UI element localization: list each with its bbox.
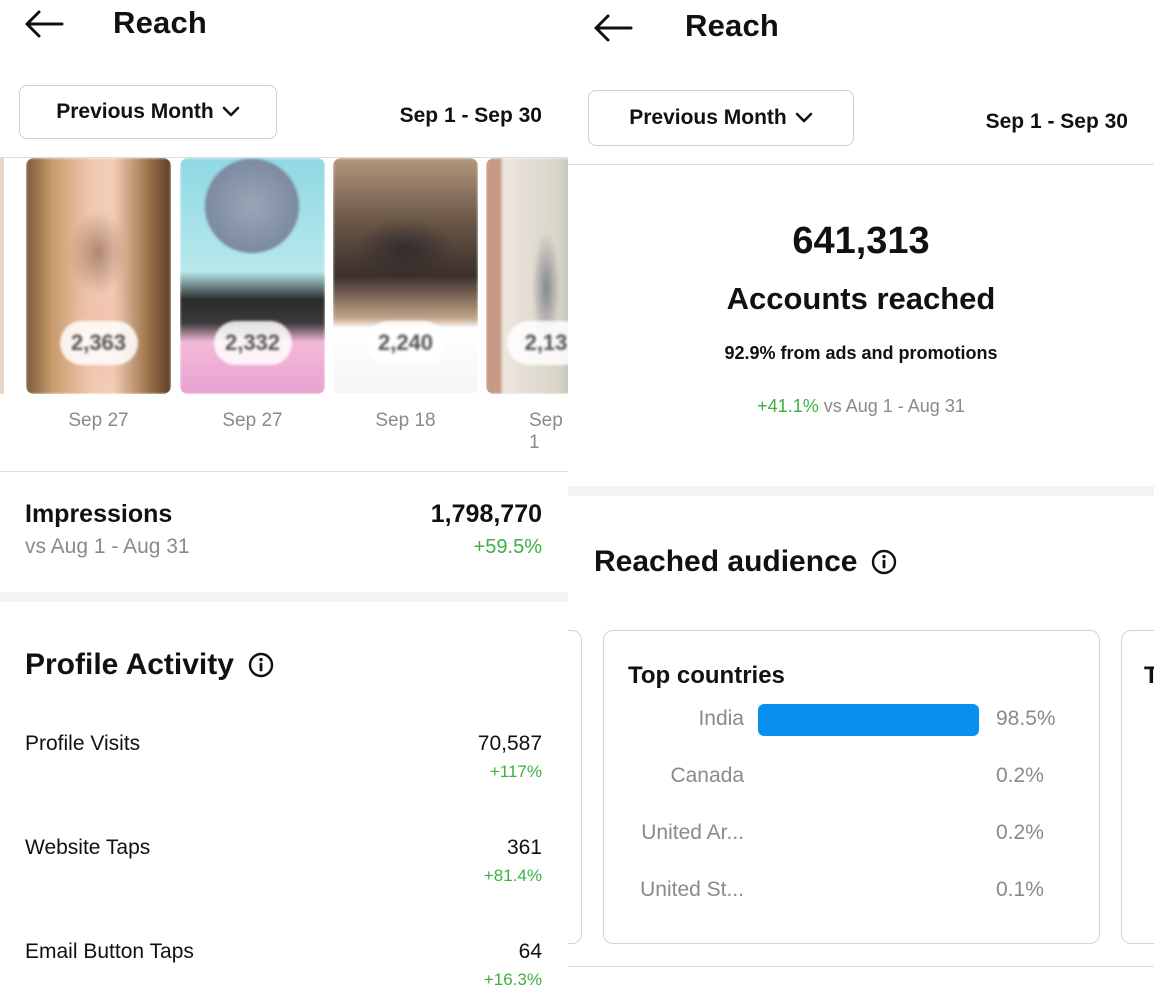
metric-label: Website Taps xyxy=(25,836,151,859)
divider xyxy=(568,966,1154,967)
post-thumbnail[interactable]: 2,13 xyxy=(486,158,568,394)
country-row: Canada 0.2% xyxy=(604,758,1098,798)
info-icon[interactable] xyxy=(871,549,897,575)
metric-label: Email Button Taps xyxy=(25,940,194,963)
country-row: United St... 0.1% xyxy=(604,872,1098,912)
post-thumbnail[interactable]: 2,332 xyxy=(180,158,325,394)
profile-activity-title: Profile Activity xyxy=(25,648,274,682)
accounts-reached-value: 641,313 xyxy=(792,220,930,262)
post-reach-count: 2,363 xyxy=(59,321,138,365)
reached-audience-title: Reached audience xyxy=(594,545,897,579)
next-audience-card[interactable]: T xyxy=(1121,630,1154,944)
info-icon[interactable] xyxy=(248,652,274,678)
country-row: United Ar... 0.2% xyxy=(604,815,1098,855)
date-range: Sep 1 - Sep 30 xyxy=(985,110,1128,133)
country-row: India 98.5% xyxy=(604,701,1098,741)
profile-activity-heading: Profile Activity xyxy=(25,648,234,681)
divider xyxy=(0,471,568,472)
country-percent: 0.2% xyxy=(996,764,1044,787)
country-name: United Ar... xyxy=(641,821,744,844)
metric-value: 361 xyxy=(506,836,542,859)
chevron-down-icon xyxy=(795,112,813,123)
post-date: Sep 1 xyxy=(529,410,563,453)
post-reach-count: 2,240 xyxy=(366,321,445,365)
metric-value: 70,587 xyxy=(477,732,542,755)
period-dropdown[interactable]: Previous Month xyxy=(19,85,277,139)
back-arrow-icon[interactable] xyxy=(24,9,64,39)
country-percent: 98.5% xyxy=(996,707,1056,730)
metric-change: +16.3% xyxy=(483,970,542,989)
page-title: Reach xyxy=(685,8,780,43)
post-thumbnail[interactable]: 2,363 xyxy=(26,158,171,394)
post-date: Sep 27 xyxy=(68,410,129,431)
metric-change: +81.4% xyxy=(483,866,542,885)
post-date: Sep 18 xyxy=(375,410,436,431)
chevron-down-icon xyxy=(222,106,240,117)
section-separator xyxy=(0,592,568,602)
post-date: Sep 27 xyxy=(222,410,283,431)
next-card-title: T xyxy=(1144,662,1154,689)
accounts-reached-change: +41.1% xyxy=(757,396,819,416)
impressions-change: +59.5% xyxy=(473,536,542,558)
country-name: India xyxy=(698,707,744,730)
metric-change: +117% xyxy=(489,762,542,781)
right-screen: Reach Previous Month Sep 1 - Sep 30 641,… xyxy=(568,0,1154,1000)
section-separator xyxy=(568,486,1154,496)
country-percent: 0.2% xyxy=(996,821,1044,844)
country-name: United St... xyxy=(640,878,744,901)
impressions-value: 1,798,770 xyxy=(430,500,542,528)
country-percent: 0.1% xyxy=(996,878,1044,901)
metric-label: Profile Visits xyxy=(25,732,141,755)
impressions-label: Impressions xyxy=(25,500,173,528)
top-countries-card[interactable]: Top countries India 98.5% Canada 0.2% Un… xyxy=(603,630,1100,944)
date-range: Sep 1 - Sep 30 xyxy=(399,104,542,127)
back-arrow-icon[interactable] xyxy=(593,13,633,43)
period-dropdown-label: Previous Month xyxy=(56,100,214,123)
previous-thumbnail-edge xyxy=(0,158,4,394)
impressions-compare: vs Aug 1 - Aug 31 xyxy=(25,535,190,558)
country-bar-track xyxy=(758,818,982,850)
period-dropdown-label: Previous Month xyxy=(629,106,787,129)
country-bar-track xyxy=(758,875,982,907)
country-bar-track xyxy=(758,761,982,793)
period-dropdown[interactable]: Previous Month xyxy=(588,90,854,146)
previous-audience-card[interactable] xyxy=(568,630,582,944)
country-bar-track xyxy=(758,704,982,736)
ads-promotions-note: 92.9% from ads and promotions xyxy=(724,343,998,363)
post-reach-count: 2,332 xyxy=(213,321,292,365)
divider xyxy=(568,164,1154,165)
country-bar xyxy=(758,704,979,736)
accounts-reached-comparison: +41.1% vs Aug 1 - Aug 31 xyxy=(568,396,1154,417)
page-title: Reach xyxy=(113,5,208,40)
post-reach-count: 2,13 xyxy=(507,321,568,365)
accounts-reached-label: Accounts reached xyxy=(726,281,996,316)
accounts-reached-compare: vs Aug 1 - Aug 31 xyxy=(823,396,965,416)
reached-audience-heading: Reached audience xyxy=(594,545,858,578)
top-countries-title: Top countries xyxy=(628,662,785,689)
post-thumbnail[interactable]: 2,240 xyxy=(333,158,478,394)
metric-value: 64 xyxy=(518,940,542,963)
country-name: Canada xyxy=(670,764,744,787)
left-screen: Reach Previous Month Sep 1 - Sep 30 2,36… xyxy=(0,0,568,1000)
